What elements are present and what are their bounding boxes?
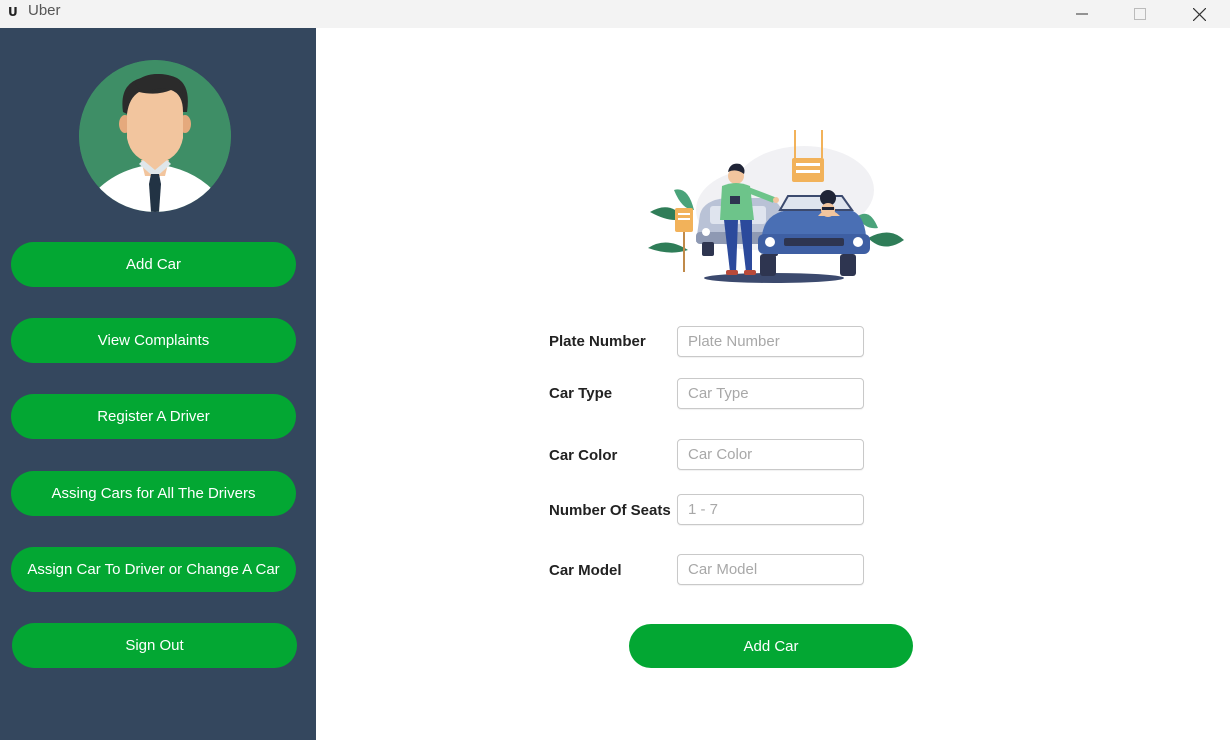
sidebar-sign-out-button[interactable]: Sign Out xyxy=(12,623,297,668)
app-logo-icon: U xyxy=(8,5,18,19)
sidebar-assign-car-to-driver-button[interactable]: Assign Car To Driver or Change A Car xyxy=(11,547,296,592)
sidebar-assign-all-drivers-button[interactable]: Assing Cars for All The Drivers xyxy=(11,471,296,516)
car-rental-illustration xyxy=(644,130,904,286)
minimize-icon xyxy=(1076,13,1088,15)
plate-number-input[interactable] xyxy=(677,326,864,357)
car-type-input[interactable] xyxy=(677,378,864,409)
car-color-label: Car Color xyxy=(549,447,618,464)
maximize-button[interactable] xyxy=(1117,0,1163,28)
add-car-submit-button[interactable]: Add Car xyxy=(629,624,913,668)
title-bar: U Uber xyxy=(0,0,1230,28)
number-of-seats-label: Number Of Seats xyxy=(549,502,671,519)
avatar xyxy=(79,60,231,212)
user-avatar-icon xyxy=(79,60,231,212)
close-button[interactable] xyxy=(1176,0,1222,28)
close-icon xyxy=(1192,7,1206,21)
maximize-icon xyxy=(1134,8,1146,20)
car-model-input[interactable] xyxy=(677,554,864,585)
sidebar-register-driver-button[interactable]: Register A Driver xyxy=(11,394,296,439)
car-color-input[interactable] xyxy=(677,439,864,470)
sidebar: Add Car View Complaints Register A Drive… xyxy=(0,28,316,740)
car-type-label: Car Type xyxy=(549,385,613,402)
sidebar-add-car-button[interactable]: Add Car xyxy=(11,242,296,287)
minimize-button[interactable] xyxy=(1059,0,1105,28)
car-model-label: Car Model xyxy=(549,562,622,579)
main-panel: Plate Number Car Type Car Color Number O… xyxy=(316,28,1230,740)
number-of-seats-input[interactable] xyxy=(677,494,864,525)
window-title: Uber xyxy=(28,2,61,19)
car-rental-illustration-icon xyxy=(648,130,904,283)
sidebar-view-complaints-button[interactable]: View Complaints xyxy=(11,318,296,363)
plate-number-label: Plate Number xyxy=(549,333,646,350)
